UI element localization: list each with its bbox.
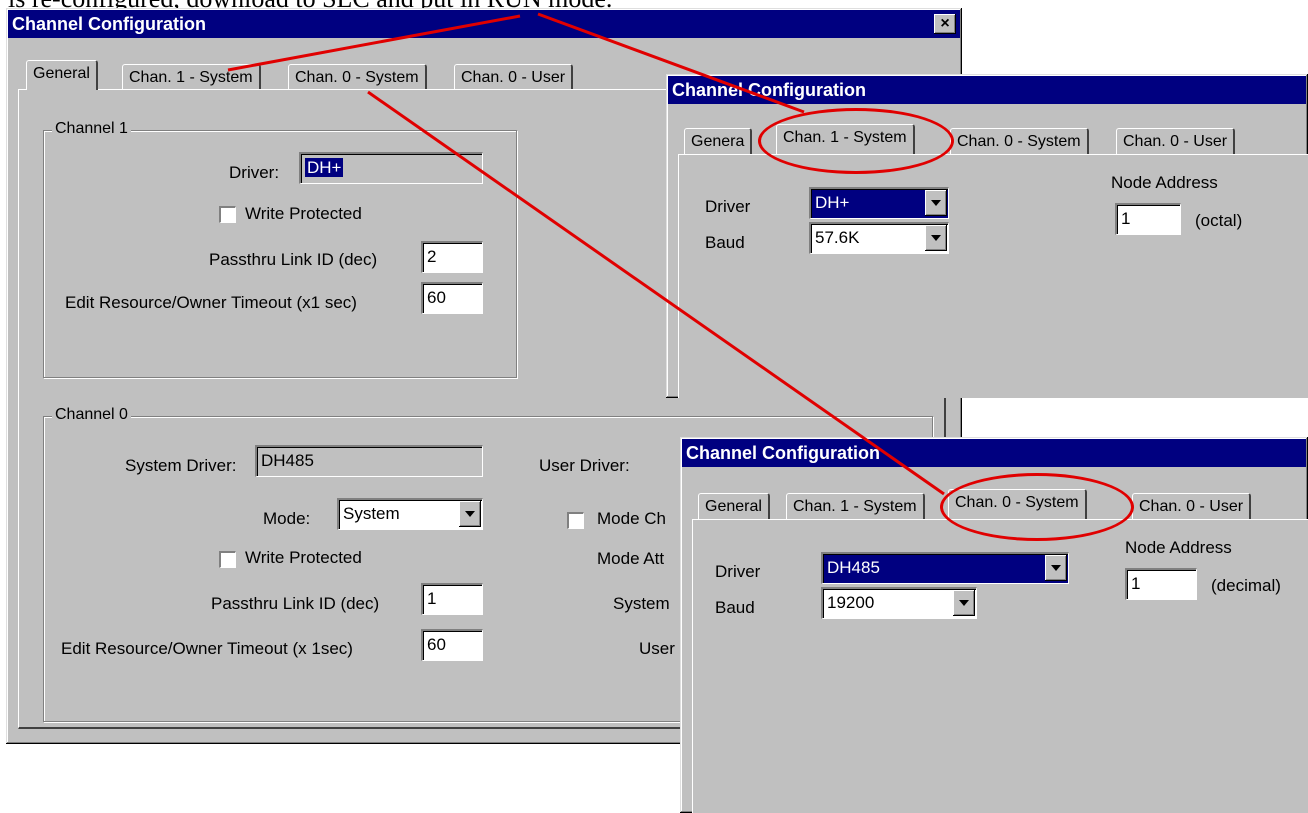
ch0-system-label: System (613, 594, 670, 613)
ch1-passthru-label: Passthru Link ID (dec) (209, 250, 378, 269)
chan1-tab-chan0-system[interactable]: Chan. 0 - System (950, 128, 1089, 154)
ch1-driver-label: Driver: (229, 163, 280, 182)
chan0-title-bar: Channel Configuration (682, 439, 1306, 467)
ch0-user-driver-label: User Driver: (539, 456, 630, 475)
chan1-dialog: Channel Configuration Genera Chan. 1 - S… (666, 74, 1308, 398)
chan1-baud-select[interactable]: 57.6K (809, 222, 949, 254)
channel1-group-title: Channel 1 (52, 120, 131, 138)
chan0-node-address-input[interactable]: 1 (1125, 568, 1197, 600)
chan1-baud-dropdown-icon[interactable] (925, 225, 947, 251)
ch0-system-driver-field: DH485 (255, 445, 483, 477)
chan0-baud-value: 19200 (827, 593, 875, 612)
ch1-driver-field: DH+ (299, 152, 483, 184)
chan0-driver-value: DH485 (827, 558, 880, 577)
chan1-driver-label: Driver (705, 197, 751, 216)
chan1-baud-label: Baud (705, 233, 745, 252)
chan0-node-address-label: Node Address (1125, 538, 1232, 557)
chan1-baud-value: 57.6K (815, 228, 860, 247)
ch0-mode-changes-label: Mode Ch (597, 509, 666, 528)
chan1-driver-value: DH+ (815, 193, 850, 212)
ch0-mode-dropdown-icon[interactable] (459, 501, 481, 527)
ch0-write-protected-checkbox[interactable] (219, 551, 236, 568)
ch0-timeout-label: Edit Resource/Owner Timeout (x 1sec) (61, 639, 353, 658)
ch1-timeout-input[interactable]: 60 (421, 282, 483, 314)
chan1-driver-select[interactable]: DH+ (809, 187, 949, 219)
caption-text: is re-configured, download to SLC and pu… (8, 0, 612, 12)
chan0-tab-chan1-system[interactable]: Chan. 1 - System (786, 493, 925, 519)
main-title-bar: Channel Configuration × (8, 10, 960, 38)
tab-chan0-user[interactable]: Chan. 0 - User (454, 64, 574, 90)
chan0-baud-dropdown-icon[interactable] (953, 590, 975, 616)
ch0-mode-attention-label: Mode Att (597, 549, 665, 568)
ch1-timeout-label: Edit Resource/Owner Timeout (x1 sec) (65, 293, 357, 312)
chan1-panel: Driver DH+ Baud 57.6K Node Address 1 (oc… (678, 154, 1308, 398)
ch0-mode-select[interactable]: System (337, 498, 483, 530)
chan1-tab-highlight-ellipse (758, 108, 954, 174)
ch0-mode-changes-checkbox[interactable] (567, 512, 584, 529)
close-button[interactable]: × (934, 14, 956, 34)
chan0-tab-chan0-user[interactable]: Chan. 0 - User (1132, 493, 1252, 519)
chan0-title: Channel Configuration (686, 443, 880, 463)
chan0-driver-label: Driver (715, 562, 761, 581)
chan0-tab-highlight-ellipse (940, 473, 1134, 541)
tab-chan0-system[interactable]: Chan. 0 - System (288, 64, 427, 90)
chan0-panel: Driver DH485 Baud 19200 Node Address 1 (… (692, 519, 1308, 813)
ch0-write-protected-label: Write Protected (245, 548, 362, 567)
tab-general[interactable]: General (26, 60, 98, 90)
chan1-node-address-input[interactable]: 1 (1115, 203, 1181, 235)
ch0-passthru-label: Passthru Link ID (dec) (211, 594, 380, 613)
ch0-system-driver-label: System Driver: (125, 456, 237, 475)
chan1-tab-chan0-user[interactable]: Chan. 0 - User (1116, 128, 1236, 154)
chan0-tab-general[interactable]: General (698, 493, 770, 519)
chan0-baud-select[interactable]: 19200 (821, 587, 977, 619)
chan1-node-address-unit: (octal) (1195, 211, 1243, 230)
ch0-user-label: User (639, 639, 675, 658)
main-title: Channel Configuration (12, 14, 206, 34)
ch1-driver-value: DH+ (305, 158, 344, 177)
ch0-timeout-input[interactable]: 60 (421, 629, 483, 661)
chan0-baud-label: Baud (715, 598, 755, 617)
chan0-node-address-unit: (decimal) (1211, 576, 1281, 595)
ch1-write-protected-checkbox[interactable] (219, 206, 236, 223)
tab-chan1-system[interactable]: Chan. 1 - System (122, 64, 261, 90)
ch0-mode-label: Mode: (263, 509, 311, 528)
ch0-mode-value: System (343, 504, 400, 523)
chan0-driver-select[interactable]: DH485 (821, 552, 1069, 584)
ch0-passthru-input[interactable]: 1 (421, 583, 483, 615)
channel0-group-title: Channel 0 (52, 406, 131, 424)
chan1-driver-dropdown-icon[interactable] (925, 190, 947, 216)
ch1-write-protected-label: Write Protected (245, 204, 362, 223)
chan0-driver-dropdown-icon[interactable] (1045, 555, 1067, 581)
chan1-tab-general[interactable]: Genera (684, 128, 753, 154)
chan1-title-bar: Channel Configuration (668, 76, 1306, 104)
ch1-passthru-input[interactable]: 2 (421, 241, 483, 273)
chan1-title: Channel Configuration (672, 80, 866, 100)
chan1-node-address-label: Node Address (1111, 173, 1218, 192)
